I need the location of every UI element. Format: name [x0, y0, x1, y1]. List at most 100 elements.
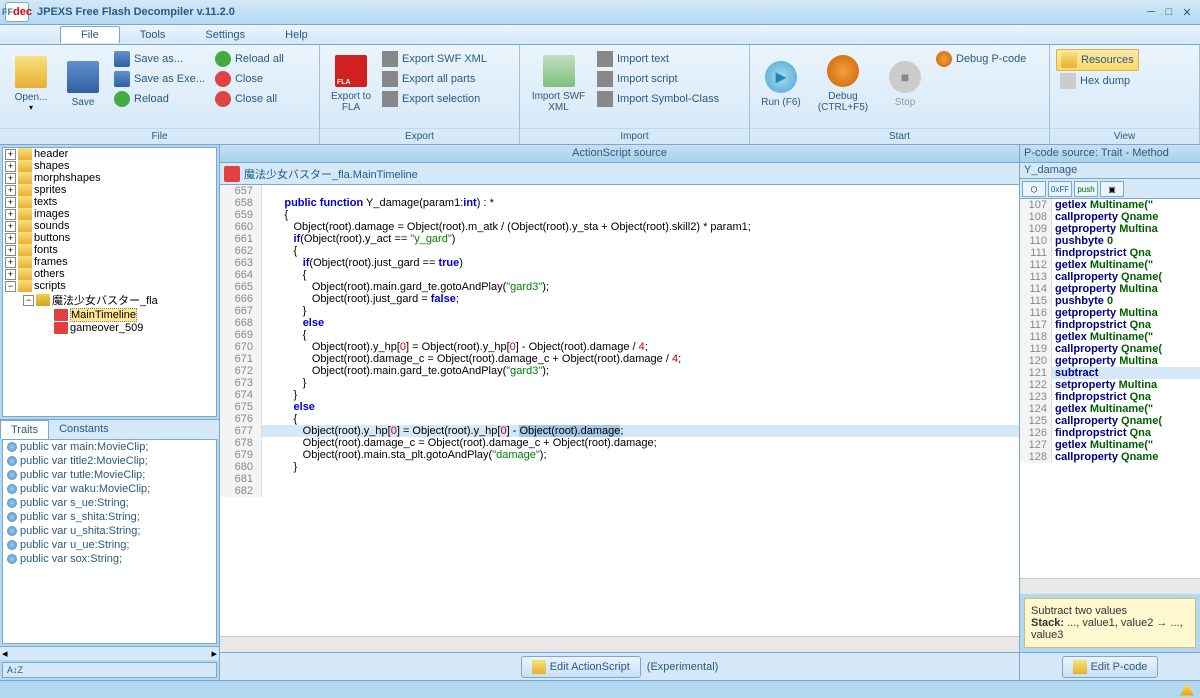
- menu-help[interactable]: Help: [265, 27, 328, 43]
- pcode-hex-button[interactable]: 0xFF: [1048, 181, 1072, 197]
- code-line[interactable]: 657: [220, 185, 1019, 197]
- pcode-hscroll[interactable]: [1020, 578, 1200, 594]
- tree-item-morphshapes[interactable]: +morphshapes: [3, 172, 216, 184]
- code-line[interactable]: 665 Object(root).main.gard_te.gotoAndPla…: [220, 281, 1019, 293]
- traits-item[interactable]: public var waku:MovieClip;: [3, 482, 216, 496]
- export-all-parts-button[interactable]: Export all parts: [378, 69, 491, 89]
- code-line[interactable]: 667 }: [220, 305, 1019, 317]
- tree-item-sprites[interactable]: +sprites: [3, 184, 216, 196]
- menu-tools[interactable]: Tools: [120, 27, 186, 43]
- tree-item-images[interactable]: +images: [3, 208, 216, 220]
- reload-button[interactable]: Reload: [110, 89, 209, 109]
- traits-item[interactable]: public var s_ue:String;: [3, 496, 216, 510]
- import-text-button[interactable]: Import text: [593, 49, 723, 69]
- pcode-line[interactable]: 113callproperty Qname(: [1020, 271, 1200, 283]
- tree-item-buttons[interactable]: +buttons: [3, 232, 216, 244]
- pcode-line[interactable]: 109getproperty Multina: [1020, 223, 1200, 235]
- source-editor[interactable]: 657658 public function Y_damage(param1:i…: [220, 185, 1019, 636]
- code-line[interactable]: 680 }: [220, 461, 1019, 473]
- save-as-exe-button[interactable]: Save as Exe...: [110, 69, 209, 89]
- traits-list[interactable]: public var main:MovieClip;public var tit…: [2, 439, 217, 644]
- traits-item[interactable]: public var tutle:MovieClip;: [3, 468, 216, 482]
- pcode-line[interactable]: 125callproperty Qname(: [1020, 415, 1200, 427]
- export-swf-xml-button[interactable]: Export SWF XML: [378, 49, 491, 69]
- code-line[interactable]: 672 Object(root).main.gard_te.gotoAndPla…: [220, 365, 1019, 377]
- traits-item[interactable]: public var s_shita:String;: [3, 510, 216, 524]
- tree-item-frames[interactable]: +frames: [3, 256, 216, 268]
- debug-pcode-button[interactable]: Debug P-code: [932, 49, 1030, 69]
- code-line[interactable]: 673 }: [220, 377, 1019, 389]
- code-line[interactable]: 658 public function Y_damage(param1:int)…: [220, 197, 1019, 209]
- export-fla-button[interactable]: Export to FLA: [326, 49, 376, 119]
- traits-item[interactable]: public var main:MovieClip;: [3, 440, 216, 454]
- close-all-button[interactable]: Close all: [211, 89, 288, 109]
- pcode-line[interactable]: 128callproperty Qname: [1020, 451, 1200, 463]
- tree-item-gameover[interactable]: gameover_509: [3, 322, 216, 334]
- resources-button[interactable]: Resources: [1056, 49, 1139, 71]
- tree-item-shapes[interactable]: +shapes: [3, 160, 216, 172]
- code-line[interactable]: 681: [220, 473, 1019, 485]
- tab-traits[interactable]: Traits: [0, 420, 49, 439]
- code-line[interactable]: 676 {: [220, 413, 1019, 425]
- menu-file[interactable]: File: [60, 26, 120, 43]
- pcode-line[interactable]: 116getproperty Multina: [1020, 307, 1200, 319]
- traits-item[interactable]: public var u_shita:String;: [3, 524, 216, 538]
- tree-item-sounds[interactable]: +sounds: [3, 220, 216, 232]
- pcode-editor[interactable]: 107getlex Multiname("108callproperty Qna…: [1020, 199, 1200, 578]
- pcode-line[interactable]: 119callproperty Qname(: [1020, 343, 1200, 355]
- maximize-button[interactable]: □: [1161, 5, 1177, 19]
- minimize-button[interactable]: ─: [1143, 5, 1159, 19]
- hex-dump-button[interactable]: Hex dump: [1056, 71, 1139, 91]
- code-line[interactable]: 677 Object(root).y_hp[0] = Object(root).…: [220, 425, 1019, 437]
- tree-item-maintimeline[interactable]: MainTimeline: [3, 308, 216, 322]
- code-line[interactable]: 661 if(Object(root).y_act == "y_gard"): [220, 233, 1019, 245]
- source-hscroll[interactable]: [220, 636, 1019, 652]
- pcode-line[interactable]: 123findpropstrict Qna: [1020, 391, 1200, 403]
- traits-item[interactable]: public var title2:MovieClip;: [3, 454, 216, 468]
- save-button[interactable]: Save: [58, 49, 108, 119]
- pcode-line[interactable]: 122setproperty Multina: [1020, 379, 1200, 391]
- edit-pcode-button[interactable]: Edit P-code: [1062, 656, 1159, 678]
- pcode-line[interactable]: 112getlex Multiname(": [1020, 259, 1200, 271]
- pcode-line[interactable]: 126findpropstrict Qna: [1020, 427, 1200, 439]
- pcode-line[interactable]: 120getproperty Multina: [1020, 355, 1200, 367]
- code-line[interactable]: 682: [220, 485, 1019, 497]
- warning-icon[interactable]: [1180, 684, 1194, 696]
- menu-settings[interactable]: Settings: [185, 27, 265, 43]
- tab-constants[interactable]: Constants: [49, 420, 119, 439]
- code-line[interactable]: 668 else: [220, 317, 1019, 329]
- pcode-line[interactable]: 107getlex Multiname(": [1020, 199, 1200, 211]
- code-line[interactable]: 659 {: [220, 209, 1019, 221]
- code-line[interactable]: 679 Object(root).main.sta_plt.gotoAndPla…: [220, 449, 1019, 461]
- tree-item-scripts[interactable]: −scripts: [3, 280, 216, 292]
- pcode-graph-button[interactable]: ⬡: [1022, 181, 1046, 197]
- code-line[interactable]: 662 {: [220, 245, 1019, 257]
- edit-actionscript-button[interactable]: Edit ActionScript: [521, 656, 641, 678]
- pcode-line[interactable]: 108callproperty Qname: [1020, 211, 1200, 223]
- code-line[interactable]: 670 Object(root).y_hp[0] = Object(root).…: [220, 341, 1019, 353]
- tree-item-header[interactable]: +header: [3, 148, 216, 160]
- pcode-line[interactable]: 110pushbyte 0: [1020, 235, 1200, 247]
- tree-item-texts[interactable]: +texts: [3, 196, 216, 208]
- tree-item-others[interactable]: +others: [3, 268, 216, 280]
- tree-item-package[interactable]: −魔法少女バスター_fla: [3, 292, 216, 308]
- pcode-line[interactable]: 117findpropstrict Qna: [1020, 319, 1200, 331]
- resources-tree[interactable]: +header+shapes+morphshapes+sprites+texts…: [2, 147, 217, 417]
- pcode-line[interactable]: 121subtract: [1020, 367, 1200, 379]
- close-window-button[interactable]: ✕: [1179, 5, 1195, 19]
- code-line[interactable]: 664 {: [220, 269, 1019, 281]
- traits-item[interactable]: public var sox:String;: [3, 552, 216, 566]
- close-button[interactable]: Close: [211, 69, 288, 89]
- code-line[interactable]: 675 else: [220, 401, 1019, 413]
- pcode-expand-button[interactable]: ▣: [1100, 181, 1124, 197]
- code-line[interactable]: 678 Object(root).damage_c = Object(root)…: [220, 437, 1019, 449]
- save-as-button[interactable]: Save as...: [110, 49, 209, 69]
- traits-hscroll[interactable]: ◂▸: [0, 646, 219, 660]
- code-line[interactable]: 663 if(Object(root).just_gard == true): [220, 257, 1019, 269]
- code-line[interactable]: 671 Object(root).damage_c = Object(root)…: [220, 353, 1019, 365]
- code-line[interactable]: 674 }: [220, 389, 1019, 401]
- debug-button[interactable]: Debug (CTRL+F5): [808, 49, 878, 119]
- code-line[interactable]: 660 Object(root).damage = Object(root).m…: [220, 221, 1019, 233]
- sort-button[interactable]: A↕Z: [2, 662, 217, 678]
- pcode-line[interactable]: 115pushbyte 0: [1020, 295, 1200, 307]
